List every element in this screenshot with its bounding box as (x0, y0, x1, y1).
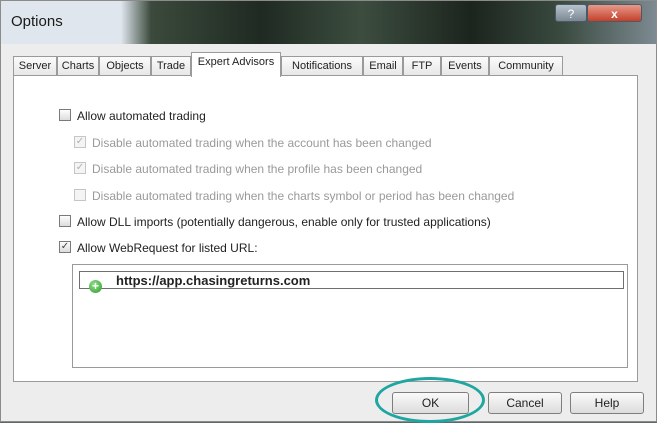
tab-charts[interactable]: Charts (57, 56, 99, 76)
tab-email[interactable]: Email (363, 56, 403, 76)
label-disable-symbol-change: Disable automated trading when the chart… (92, 189, 515, 203)
url-entry-row[interactable]: + https://app.chasingreturns.com (79, 271, 624, 293)
tab-ftp[interactable]: FTP (403, 56, 441, 76)
help-caption-button[interactable]: ? (555, 4, 587, 22)
add-url-icon[interactable]: + (89, 280, 102, 293)
checkbox-disable-profile-change[interactable]: ✓ (74, 162, 86, 174)
label-disable-profile-change: Disable automated trading when the profi… (92, 162, 423, 176)
cancel-button[interactable]: Cancel (488, 392, 562, 414)
tab-expert-advisors[interactable]: Expert Advisors (191, 52, 281, 77)
checkbox-allow-dll-imports[interactable] (59, 215, 71, 227)
checkbox-allow-webrequest[interactable]: ✓ (59, 241, 71, 253)
url-list[interactable]: + https://app.chasingreturns.com (72, 264, 628, 368)
url-entry-text[interactable]: https://app.chasingreturns.com (116, 273, 310, 288)
title-bar[interactable]: Options ? x (1, 1, 656, 44)
tab-events[interactable]: Events (441, 56, 489, 76)
tab-trade[interactable]: Trade (151, 56, 191, 76)
label-disable-account-change: Disable automated trading when the accou… (92, 136, 432, 150)
label-allow-webrequest: Allow WebRequest for listed URL: (77, 241, 258, 255)
close-caption-button[interactable]: x (587, 4, 642, 22)
window-title: Options (11, 13, 63, 30)
label-allow-automated-trading: Allow automated trading (77, 109, 206, 123)
tab-community[interactable]: Community (489, 56, 563, 76)
checkbox-allow-automated-trading[interactable] (59, 109, 71, 121)
checkbox-disable-account-change[interactable]: ✓ (74, 136, 86, 148)
checkbox-disable-symbol-change[interactable] (74, 189, 86, 201)
expert-advisors-panel: Allow automated trading ✓ Disable automa… (13, 75, 638, 382)
ok-button[interactable]: OK (392, 392, 469, 414)
tab-notifications[interactable]: Notifications (281, 56, 363, 76)
options-dialog: Options ? x Server Charts Objects Trade … (0, 0, 657, 423)
help-button[interactable]: Help (570, 392, 644, 414)
tab-objects[interactable]: Objects (99, 56, 151, 76)
tab-server[interactable]: Server (13, 56, 57, 76)
label-allow-dll-imports: Allow DLL imports (potentially dangerous… (77, 215, 491, 229)
tab-strip: Server Charts Objects Trade Expert Advis… (13, 52, 638, 77)
